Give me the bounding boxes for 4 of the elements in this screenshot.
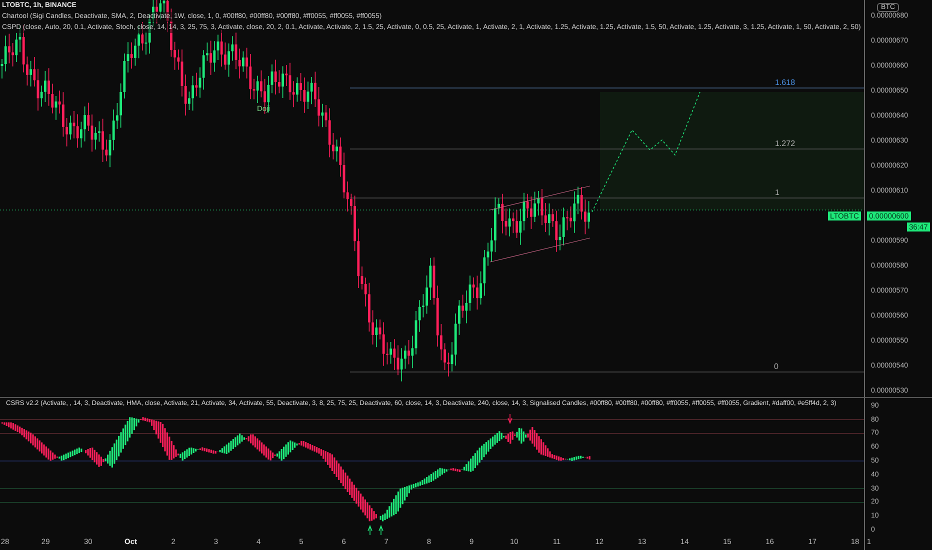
fibonacci-level-label: 1.618 <box>775 78 796 87</box>
fibonacci-level-label: 1 <box>775 188 780 197</box>
fibonacci-level-label: 1.272 <box>775 139 796 148</box>
fibonacci-level-label: 0 <box>774 362 778 371</box>
